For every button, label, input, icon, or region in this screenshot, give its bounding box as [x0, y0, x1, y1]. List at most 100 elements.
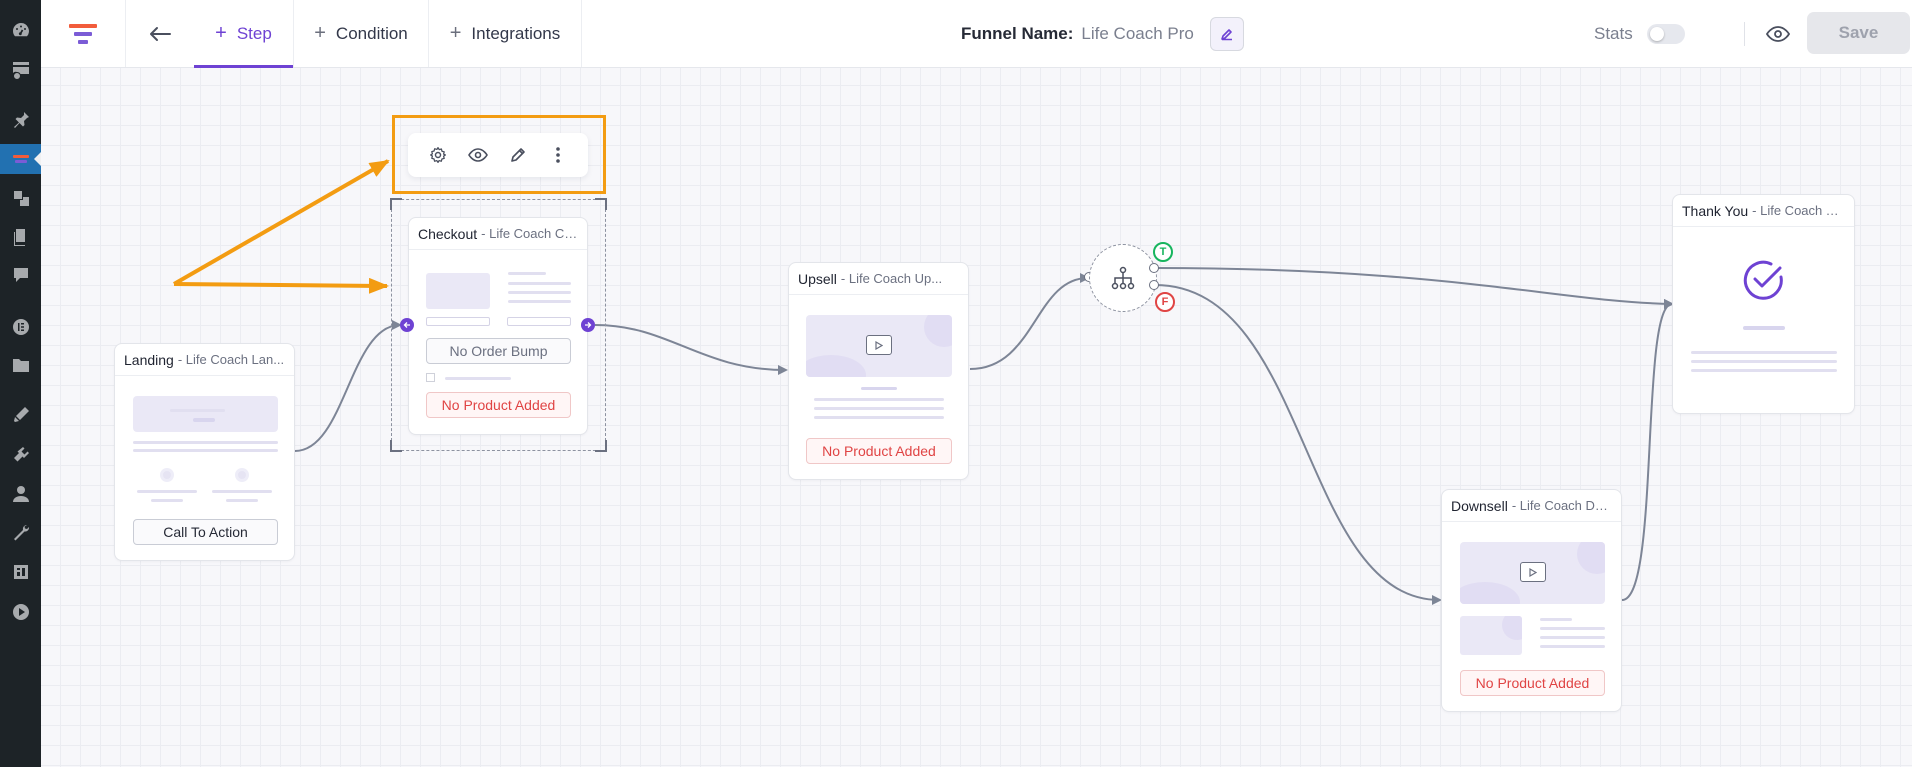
placeholder-line [226, 499, 258, 502]
design-icon[interactable] [0, 400, 41, 430]
divider [1744, 22, 1745, 46]
placeholder-line [1540, 645, 1605, 648]
comments-icon[interactable] [0, 260, 41, 290]
output-port-arrow-icon[interactable] [581, 318, 595, 332]
play-video-icon [866, 335, 892, 355]
funnel-name-value: Life Coach Pro [1081, 23, 1194, 43]
landing-step-node[interactable]: Landing - Life Coach Lan... Call To Acti… [114, 343, 295, 561]
placeholder-line [814, 407, 944, 410]
placeholder-line [445, 377, 511, 380]
stats-label: Stats [1594, 23, 1633, 43]
tab-step[interactable]: + Step [194, 0, 294, 68]
placeholder-line [1691, 360, 1837, 363]
false-badge: F [1155, 292, 1175, 312]
placeholder-line [508, 291, 571, 294]
node-subtitle: - Life Coach Lan... [177, 352, 285, 367]
pin-icon[interactable] [0, 105, 41, 135]
true-output-port[interactable] [1149, 263, 1159, 273]
selection-corner [390, 440, 402, 452]
checkout-image-placeholder [426, 273, 490, 309]
image-placeholder [1460, 616, 1522, 655]
check-circle-icon [1743, 260, 1783, 300]
stats-toggle[interactable] [1646, 23, 1685, 44]
upsell-step-node[interactable]: Upsell - Life Coach Up... No Product Add… [788, 262, 969, 480]
split-icon [1111, 266, 1135, 290]
placeholder-line [151, 499, 183, 502]
play-icon[interactable] [0, 597, 41, 627]
folder-icon[interactable] [0, 350, 41, 380]
video-thumbnail [806, 315, 952, 377]
users-icon[interactable] [0, 479, 41, 509]
placeholder-shape [1577, 542, 1605, 574]
settings-icon[interactable] [0, 557, 41, 587]
no-product-added-button[interactable]: No Product Added [1460, 670, 1605, 696]
conditional-split-node[interactable] [1089, 244, 1157, 312]
products-icon[interactable] [0, 183, 41, 213]
placeholder-shape [924, 315, 952, 347]
placeholder-line [508, 282, 571, 285]
plus-icon: + [314, 22, 326, 44]
selection-corner [595, 440, 607, 452]
placeholder-line [1743, 326, 1785, 330]
feature-icon-placeholder [235, 468, 249, 482]
node-header: Checkout - Life Coach Ch... [409, 218, 587, 250]
no-product-added-button[interactable]: No Product Added [426, 392, 571, 418]
tools-icon[interactable] [0, 518, 41, 548]
media-settings-icon[interactable] [0, 54, 41, 84]
app-logo[interactable] [41, 0, 126, 67]
tab-integrations[interactable]: + Integrations [429, 0, 582, 67]
downsell-step-node[interactable]: Downsell - Life Coach Do... No Product A… [1441, 489, 1622, 712]
selection-corner [595, 198, 607, 210]
node-title: Downsell [1451, 497, 1508, 514]
placeholder-shape [1502, 616, 1522, 640]
node-title: Checkout [418, 225, 478, 242]
tab-step-label: Step [236, 23, 272, 43]
placeholder-line [508, 272, 546, 275]
dashboard-icon[interactable] [0, 15, 41, 45]
stats-control: Stats [1594, 0, 1685, 67]
back-arrow-icon[interactable] [127, 0, 192, 67]
input-port-arrow-icon[interactable] [400, 318, 414, 332]
placeholder-shape [806, 355, 866, 377]
plus-icon: + [449, 22, 462, 44]
plugins-icon[interactable] [0, 440, 41, 470]
editor-topbar: + Step + Condition + Integrations Funnel… [41, 0, 1912, 68]
false-output-port[interactable] [1149, 280, 1159, 290]
preview-eye-icon[interactable] [1762, 18, 1794, 50]
tab-condition[interactable]: + Condition [294, 0, 429, 67]
node-title: Upsell [798, 270, 837, 287]
placeholder-line [1691, 369, 1837, 372]
thankyou-step-node[interactable]: Thank You - Life Coach Tha... [1672, 194, 1855, 414]
placeholder-line [1540, 618, 1572, 621]
no-product-added-button[interactable]: No Product Added [806, 438, 952, 464]
edit-funnel-name-button[interactable] [1209, 16, 1244, 51]
node-header: Downsell - Life Coach Do... [1442, 490, 1621, 522]
order-bump-button[interactable]: No Order Bump [426, 338, 571, 364]
node-subtitle: - Life Coach Up... [840, 271, 943, 286]
placeholder-line [193, 418, 215, 422]
save-button[interactable]: Save [1807, 12, 1910, 54]
placeholder-line [170, 409, 225, 412]
tab-condition-label: Condition [335, 23, 408, 43]
play-video-icon [1520, 562, 1546, 582]
tab-integrations-label: Integrations [471, 23, 561, 43]
wp-admin-sidebar [0, 0, 41, 767]
feature-icon-placeholder [160, 468, 174, 482]
node-header: Thank You - Life Coach Tha... [1673, 195, 1854, 227]
checkout-step-node[interactable]: Checkout - Life Coach Ch... No Order Bum… [408, 217, 588, 435]
placeholder-line [137, 490, 197, 493]
node-subtitle: - Life Coach Ch... [481, 226, 578, 241]
node-header: Upsell - Life Coach Up... [789, 263, 968, 295]
landing-hero-thumbnail [133, 396, 278, 432]
annotation-highlight-box [392, 115, 606, 194]
video-thumbnail [1460, 542, 1605, 604]
placeholder-line [1540, 627, 1605, 630]
pages-icon[interactable] [0, 222, 41, 252]
call-to-action-button[interactable]: Call To Action [133, 519, 278, 545]
node-title: Thank You [1682, 202, 1749, 219]
node-subtitle: - Life Coach Tha... [1752, 203, 1845, 218]
funnel-canvas[interactable] [41, 68, 1912, 767]
elementor-icon[interactable] [0, 312, 41, 342]
funnel-menu-icon[interactable] [0, 144, 41, 174]
plus-icon: + [215, 22, 227, 44]
